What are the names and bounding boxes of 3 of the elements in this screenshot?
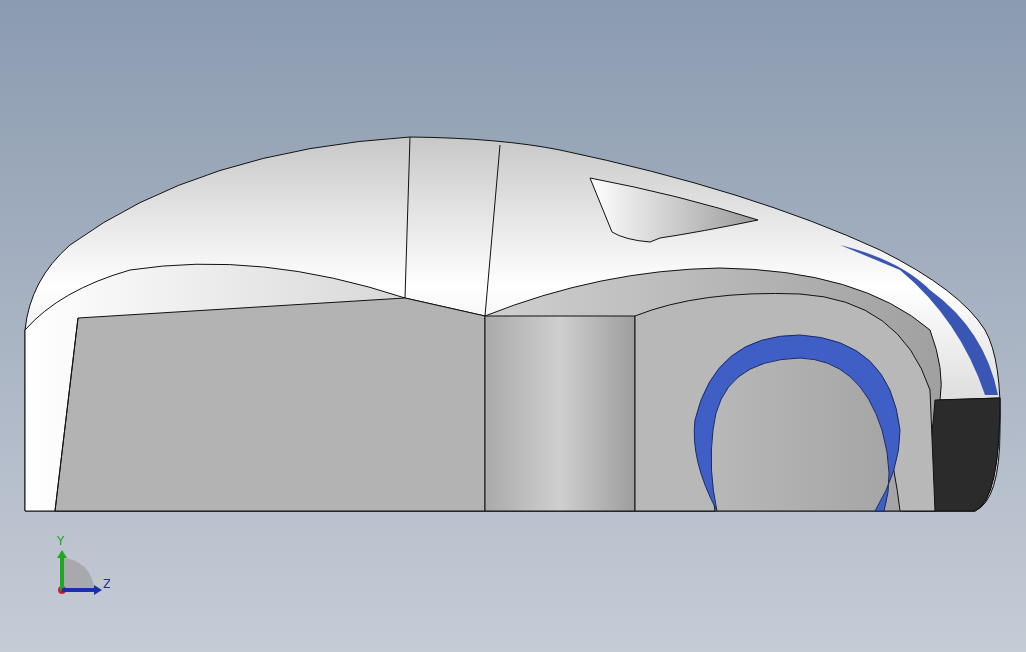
model-viewport[interactable]: Y Z — [0, 0, 1026, 652]
axis-label: Z — [103, 577, 110, 591]
axis-label: Y — [57, 534, 65, 548]
